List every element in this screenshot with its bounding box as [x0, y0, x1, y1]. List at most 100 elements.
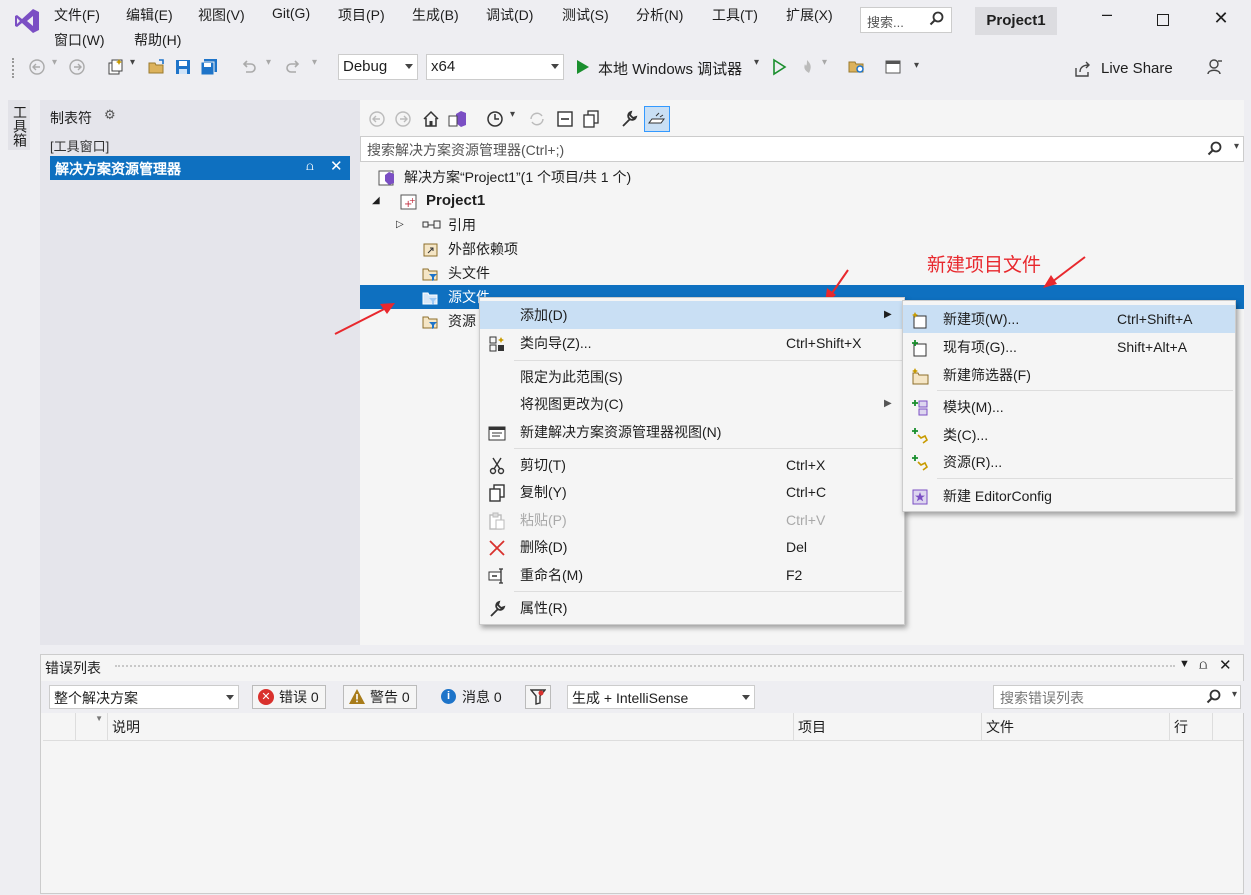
expanded-arrow-icon[interactable]: ◢	[372, 189, 380, 213]
pin-icon[interactable]: ⩍	[1199, 657, 1207, 673]
menu-test[interactable]: 测试(S)	[562, 5, 609, 25]
menu-project[interactable]: 项目(P)	[338, 5, 385, 25]
column-line[interactable]: 行	[1169, 713, 1213, 741]
toolbar-grip[interactable]	[12, 58, 16, 78]
back-icon[interactable]	[28, 58, 46, 76]
error-search-dropdown-icon[interactable]: ▾	[1232, 689, 1237, 700]
submenu-class[interactable]: 类(C)...	[903, 421, 1235, 449]
submenu-new-filter[interactable]: 新建筛选器(F)	[903, 361, 1235, 389]
context-menu-cut[interactable]: 剪切(T) Ctrl+X	[480, 451, 904, 479]
forward-icon[interactable]	[394, 110, 412, 128]
start-debugging-button[interactable]: 本地 Windows 调试器	[598, 58, 742, 79]
solution-search-input[interactable]: 搜索解决方案资源管理器(Ctrl+;) ▾	[360, 136, 1244, 162]
platform-select[interactable]: x64	[426, 54, 564, 80]
redo-dropdown-icon[interactable]: ▾	[312, 57, 317, 68]
maximize-button[interactable]	[1148, 8, 1178, 34]
submenu-existing-item[interactable]: 现有项(G)... Shift+Alt+A	[903, 333, 1235, 361]
submenu-new-editorconfig[interactable]: 新建 EditorConfig	[903, 482, 1235, 510]
submenu-new-item[interactable]: 新建项(W)... Ctrl+Shift+A	[903, 305, 1235, 333]
selected-tool-window-row[interactable]: 解决方案资源管理器 ⩍ ✕	[50, 156, 350, 180]
menu-analyze[interactable]: 分析(N)	[636, 5, 683, 25]
context-menu-properties[interactable]: 属性(R)	[480, 594, 904, 622]
save-all-icon[interactable]	[200, 58, 218, 76]
errors-filter-button[interactable]: ✕ 错误 0	[252, 685, 326, 709]
context-menu-rename[interactable]: 重命名(M) F2	[480, 561, 904, 589]
menu-help[interactable]: 帮助(H)	[134, 30, 181, 50]
gear-icon[interactable]: ⚙	[104, 107, 116, 123]
context-menu-scope-to-this[interactable]: 限定为此范围(S)	[480, 363, 904, 391]
tree-item-header-files[interactable]: 头文件	[360, 261, 1244, 285]
properties-wrench-icon[interactable]	[620, 110, 638, 128]
back-dropdown-icon[interactable]: ▾	[52, 57, 57, 68]
toolbox-tab[interactable]: 工具箱	[8, 100, 30, 150]
visual-studio-logo-icon[interactable]	[14, 8, 40, 34]
start-without-debugging-icon[interactable]	[770, 58, 788, 76]
error-scope-select[interactable]: 整个解决方案	[49, 685, 239, 709]
tree-item-external-dependencies[interactable]: 外部依赖项	[360, 237, 1244, 261]
context-menu-add[interactable]: 添加(D) ▶	[480, 301, 904, 329]
build-intellisense-select[interactable]: 生成 + IntelliSense	[567, 685, 755, 709]
pending-changes-dropdown-icon[interactable]: ▾	[510, 109, 515, 120]
menu-edit[interactable]: 编辑(E)	[126, 5, 173, 25]
menu-git[interactable]: Git(G)	[272, 5, 310, 21]
context-menu-paste[interactable]: 粘贴(P) Ctrl+V	[480, 506, 904, 534]
column-project[interactable]: 项目	[793, 713, 981, 741]
tree-solution-node[interactable]: 解决方案“Project1”(1 个项目/共 1 个)	[360, 165, 1244, 189]
show-all-files-icon[interactable]	[582, 110, 600, 128]
find-in-files-icon[interactable]	[848, 58, 866, 76]
panel-drag-grip[interactable]	[115, 665, 1175, 671]
customize-toolbar-icon[interactable]: ▾	[914, 60, 919, 71]
submenu-module[interactable]: 模块(M)...	[903, 393, 1235, 421]
context-menu-change-view[interactable]: 将视图更改为(C) ▶	[480, 390, 904, 418]
collapsed-arrow-icon[interactable]: ▷	[396, 213, 404, 237]
live-share-button[interactable]: Live Share	[1101, 60, 1173, 77]
minimize-button[interactable]: –	[1092, 4, 1122, 30]
pin-icon[interactable]: ⩍	[306, 159, 314, 174]
menu-view[interactable]: 视图(V)	[198, 5, 245, 25]
preview-selected-items-button[interactable]	[644, 106, 670, 132]
live-share-icon[interactable]	[1074, 60, 1092, 78]
close-button[interactable]: ✕	[1206, 8, 1236, 34]
column-file[interactable]: 文件	[981, 713, 1169, 741]
menu-build[interactable]: 生成(B)	[412, 5, 459, 25]
new-project-dropdown-icon[interactable]: ▾	[130, 57, 135, 68]
collapse-all-icon[interactable]	[556, 110, 574, 128]
menu-file[interactable]: 文件(F)	[54, 5, 100, 25]
configuration-select[interactable]: Debug	[338, 54, 418, 80]
home-icon[interactable]	[422, 110, 440, 128]
menu-window[interactable]: 窗口(W)	[54, 30, 105, 50]
context-menu-new-explorer-view[interactable]: 新建解决方案资源管理器视图(N)	[480, 418, 904, 446]
start-debugging-icon[interactable]	[574, 58, 592, 76]
sync-icon[interactable]	[528, 110, 546, 128]
redo-icon[interactable]	[284, 58, 302, 76]
filter-toggle-button[interactable]	[525, 685, 551, 709]
panel-dropdown-icon[interactable]: ▼	[1179, 658, 1190, 670]
close-icon[interactable]: ✕	[330, 157, 343, 175]
hot-reload-dropdown-icon[interactable]: ▾	[822, 57, 827, 68]
hot-reload-icon[interactable]	[798, 58, 816, 76]
context-menu-class-wizard[interactable]: 类向导(Z)... Ctrl+Shift+X	[480, 329, 904, 357]
save-icon[interactable]	[174, 58, 192, 76]
pending-changes-filter-icon[interactable]	[486, 110, 504, 128]
layout-icon[interactable]	[884, 58, 902, 76]
tree-project-node[interactable]: ◢ + + Project1	[360, 189, 1244, 213]
tree-item-references[interactable]: ▷ 引用	[360, 213, 1244, 237]
back-icon[interactable]	[368, 110, 386, 128]
column-description[interactable]: 说明	[107, 713, 793, 741]
context-menu-copy[interactable]: 复制(Y) Ctrl+C	[480, 478, 904, 506]
switch-views-icon[interactable]	[448, 110, 468, 128]
submenu-resource[interactable]: 资源(R)...	[903, 448, 1235, 476]
messages-filter-button[interactable]: i 消息 0	[435, 685, 509, 709]
new-project-icon[interactable]	[106, 58, 124, 76]
error-search-input[interactable]: 搜索错误列表 ▾	[993, 685, 1241, 709]
feedback-icon[interactable]	[1206, 58, 1224, 76]
menu-tools[interactable]: 工具(T)	[712, 5, 758, 25]
column-sort-indicator[interactable]: ▼	[75, 713, 107, 741]
undo-icon[interactable]	[240, 58, 258, 76]
menu-extensions[interactable]: 扩展(X)	[786, 5, 833, 25]
global-search-box[interactable]: 搜索...	[860, 7, 952, 33]
menu-debug[interactable]: 调试(D)	[486, 5, 533, 25]
context-menu-delete[interactable]: 删除(D) Del	[480, 533, 904, 561]
debug-target-dropdown-icon[interactable]: ▾	[754, 57, 759, 68]
forward-icon[interactable]	[68, 58, 86, 76]
